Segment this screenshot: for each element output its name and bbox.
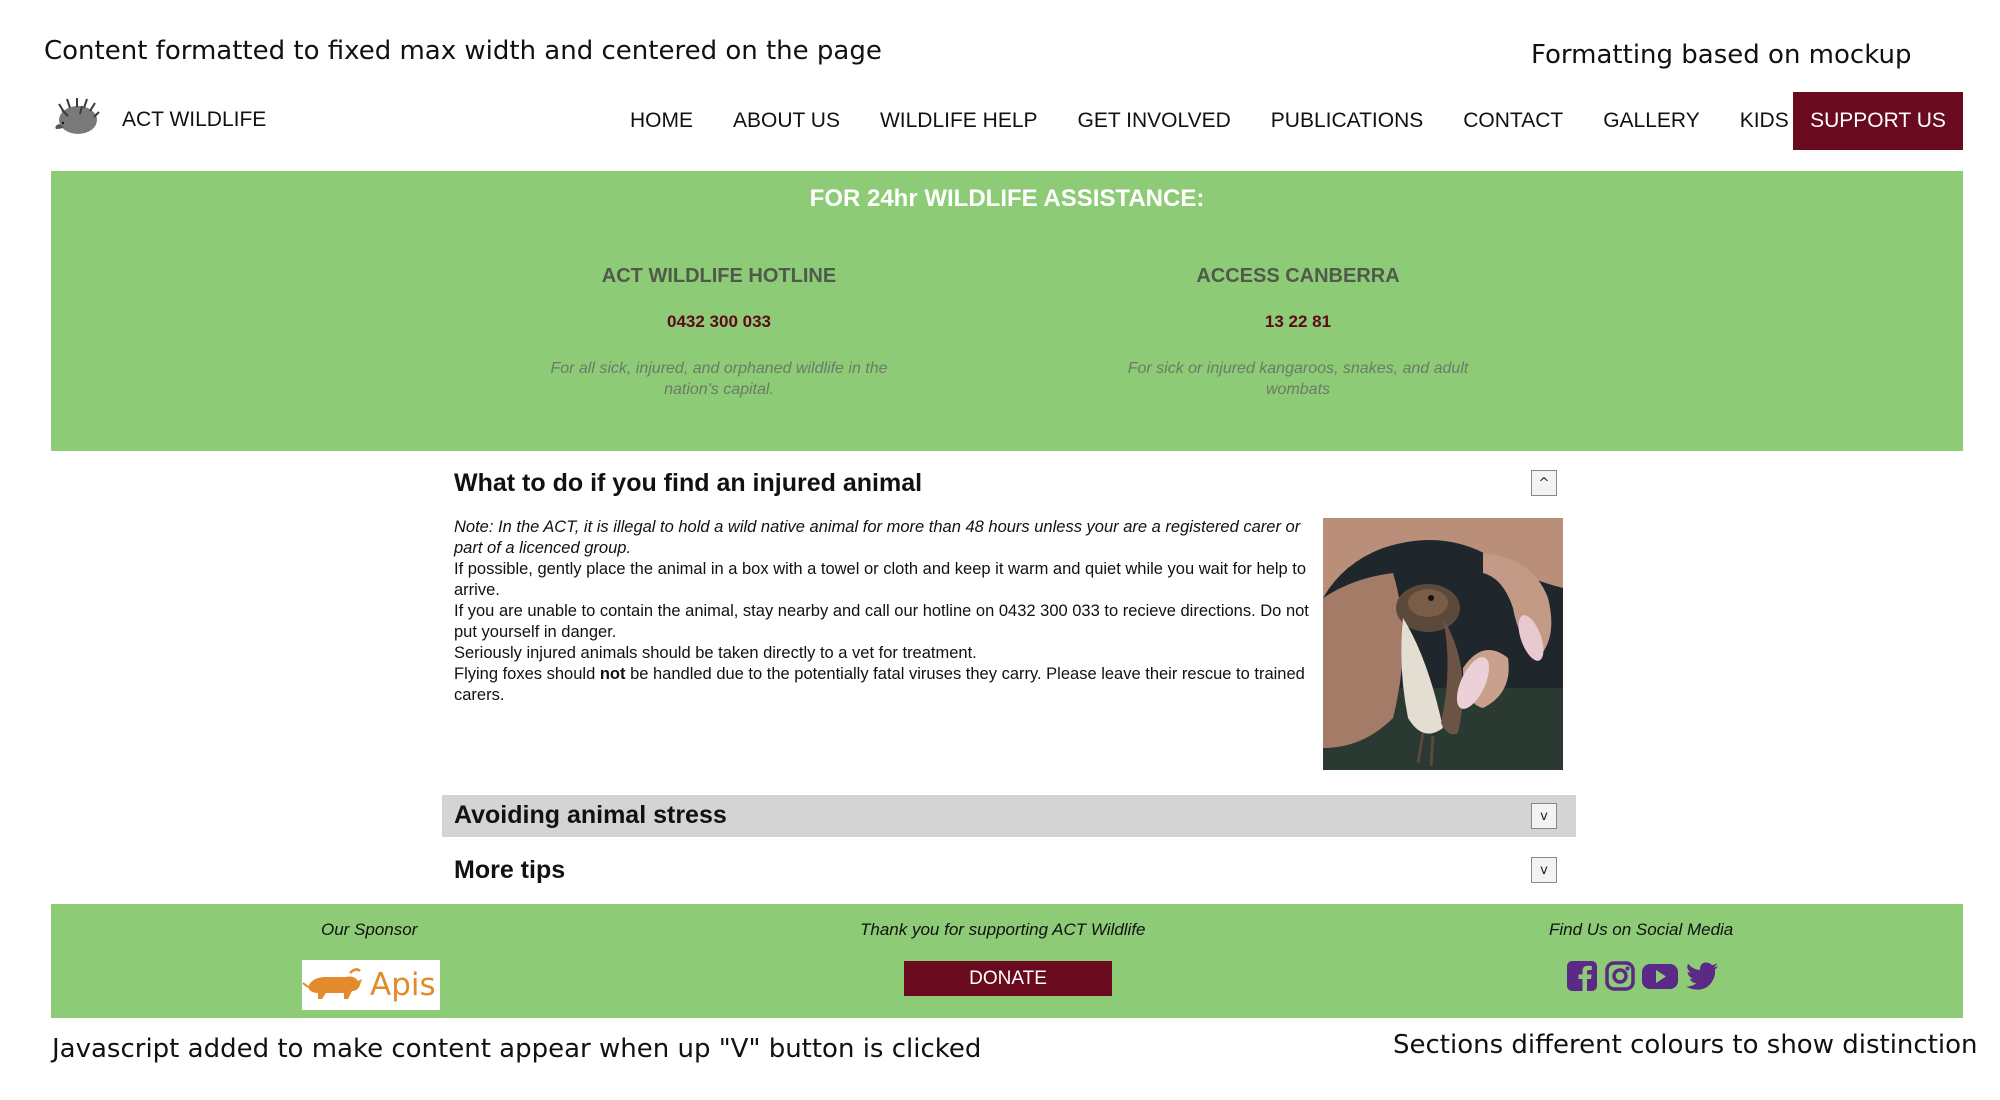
- advice-line-flying-fox: Flying foxes should not be handled due t…: [454, 664, 1310, 706]
- bull-icon: [302, 968, 362, 999]
- advice-line-box: If possible, gently place the animal in …: [454, 560, 1307, 599]
- sponsor-label: Our Sponsor: [321, 920, 418, 939]
- hotline-title: ACT WILDLIFE HOTLINE: [601, 265, 837, 287]
- footer: Our Sponsor Apis Thank you for supportin…: [51, 904, 1963, 1018]
- annotation-bottom-right: Sections different colours to show disti…: [1393, 1030, 1978, 1060]
- sponsor-logo[interactable]: Apis: [302, 960, 440, 1010]
- expand-tips-button[interactable]: v: [1531, 857, 1557, 883]
- hotline-number[interactable]: 13 22 81: [1088, 312, 1508, 332]
- expand-stress-button[interactable]: v: [1531, 803, 1557, 829]
- assistance-section: FOR 24hr WILDLIFE ASSISTANCE: ACT WILDLI…: [51, 171, 1963, 451]
- flying-fox-text-bold: not: [599, 665, 626, 683]
- hotline-act-wildlife: ACT WILDLIFE HOTLINE 0432 300 033 For al…: [509, 265, 929, 400]
- advice-line-hotline: If you are unable to contain the animal,…: [454, 602, 1309, 641]
- instagram-icon[interactable]: [1604, 960, 1636, 992]
- hotline-description: For sick or injured kangaroos, snakes, a…: [1127, 360, 1469, 398]
- annotation-top-right: Formatting based on mockup: [1531, 40, 1912, 70]
- youtube-icon[interactable]: [1641, 960, 1679, 992]
- collapse-injured-button[interactable]: ^: [1531, 470, 1557, 496]
- injured-animal-title[interactable]: What to do if you find an injured animal: [454, 469, 922, 498]
- injured-animal-content: Note: In the ACT, it is illegal to hold …: [454, 517, 1310, 706]
- assistance-heading: FOR 24hr WILDLIFE ASSISTANCE:: [809, 185, 1205, 212]
- hotline-number[interactable]: 0432 300 033: [509, 312, 929, 332]
- nav-gallery[interactable]: GALLERY: [1603, 109, 1700, 133]
- social-label: Find Us on Social Media: [1549, 920, 1734, 939]
- advice-line-vet: Seriously injured animals should be take…: [454, 644, 977, 662]
- nav-about-us[interactable]: ABOUT US: [733, 109, 840, 133]
- hotline-description: For all sick, injured, and orphaned wild…: [550, 360, 888, 398]
- thanks-label: Thank you for supporting ACT Wildlife: [860, 920, 1146, 939]
- injured-bird-photo: [1323, 518, 1563, 770]
- nav-contact[interactable]: CONTACT: [1463, 109, 1563, 133]
- more-tips-title[interactable]: More tips: [454, 856, 565, 885]
- hotline-access-canberra: ACCESS CANBERRA 13 22 81 For sick or inj…: [1088, 265, 1508, 400]
- annotation-top-left: Content formatted to fixed max width and…: [44, 36, 882, 66]
- support-us-button[interactable]: SUPPORT US: [1793, 92, 1963, 150]
- donate-button[interactable]: DONATE: [904, 961, 1112, 996]
- annotation-bottom-left: Javascript added to make content appear …: [52, 1034, 982, 1064]
- sponsor-name: Apis: [370, 967, 436, 1003]
- twitter-icon[interactable]: [1685, 960, 1719, 992]
- echidna-logo-icon[interactable]: [54, 96, 100, 140]
- nav-wildlife-help[interactable]: WILDLIFE HELP: [880, 109, 1038, 133]
- facebook-icon[interactable]: [1566, 960, 1598, 992]
- nav-get-involved[interactable]: GET INVOLVED: [1078, 109, 1231, 133]
- avoiding-stress-title[interactable]: Avoiding animal stress: [454, 801, 727, 830]
- site-name[interactable]: ACT WILDLIFE: [122, 108, 266, 132]
- main-nav: HOME ABOUT US WILDLIFE HELP GET INVOLVED…: [630, 92, 1809, 150]
- nav-publications[interactable]: PUBLICATIONS: [1271, 109, 1423, 133]
- legal-note: Note: In the ACT, it is illegal to hold …: [454, 518, 1301, 557]
- nav-kids[interactable]: KIDS: [1740, 109, 1789, 133]
- nav-home[interactable]: HOME: [630, 109, 693, 133]
- hotline-title: ACCESS CANBERRA: [1196, 265, 1400, 287]
- flying-fox-text-pre: Flying foxes should: [454, 665, 600, 683]
